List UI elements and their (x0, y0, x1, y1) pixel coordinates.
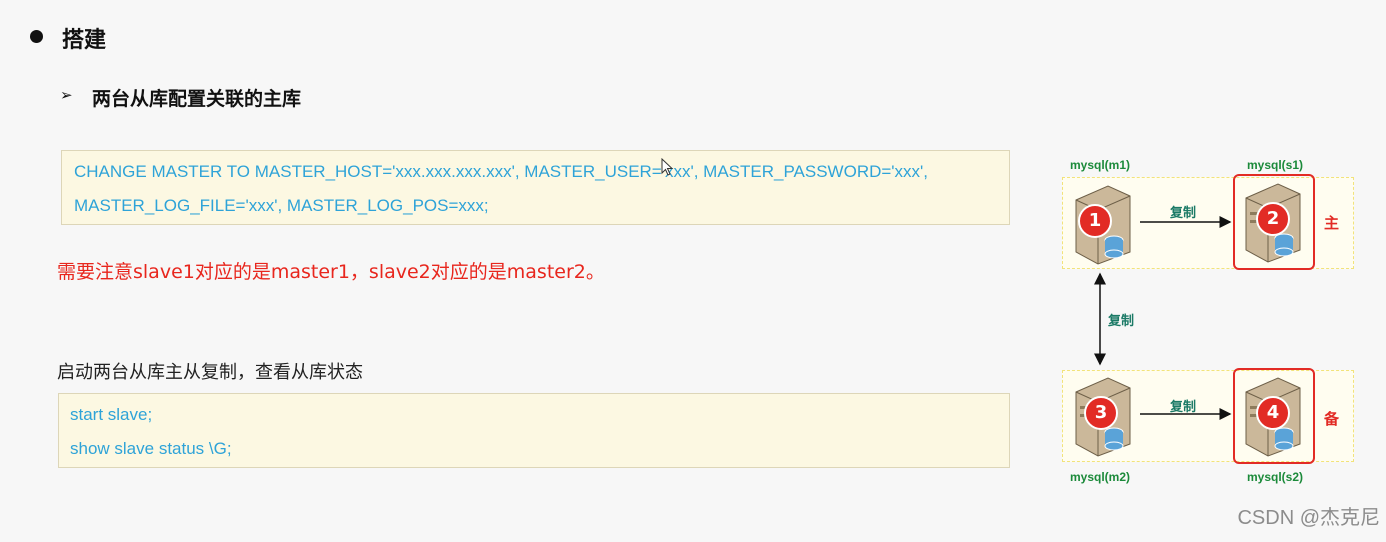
server-node-s1: 2 (1238, 180, 1308, 264)
node-number-badge: 2 (1256, 202, 1290, 236)
code-block-start-slave: start slave; show slave status \G; (58, 393, 1010, 468)
replicate-label-top: 复制 (1170, 206, 1197, 221)
watermark: CSDN @杰克尼 (1237, 507, 1380, 529)
arrow-bullet-icon: ➢ (60, 86, 73, 104)
description-text: 启动两台从库主从复制，查看从库状态 (57, 362, 363, 383)
server-node-s2: 4 (1238, 374, 1308, 458)
node-number-badge: 3 (1084, 396, 1118, 430)
mouse-cursor-icon (661, 158, 674, 176)
subheading: 两台从库配置关联的主库 (92, 88, 302, 110)
replicate-label-middle: 复制 (1108, 314, 1135, 329)
replicate-label-bottom: 复制 (1170, 400, 1197, 415)
code-line: show slave status \G; (70, 439, 232, 458)
node-number-badge: 1 (1078, 204, 1112, 238)
node-number-badge: 4 (1256, 396, 1290, 430)
server-node-m2: 3 (1068, 374, 1138, 458)
replication-diagram: mysql(m1) mysql(s1) mysql(m2) mysql(s2) … (1040, 150, 1380, 495)
code-line: CHANGE MASTER TO MASTER_HOST='xxx.xxx.xx… (74, 162, 929, 181)
server-node-m1: 1 (1068, 182, 1138, 266)
bullet-dot (30, 30, 43, 43)
section-heading: 搭建 (62, 28, 107, 53)
code-line: MASTER_LOG_FILE='xxx', MASTER_LOG_POS=xx… (74, 196, 489, 215)
code-line: start slave; (70, 405, 153, 424)
code-block-change-master: CHANGE MASTER TO MASTER_HOST='xxx.xxx.xx… (61, 150, 1010, 225)
warning-note: 需要注意slave1对应的是master1，slave2对应的是master2。 (57, 261, 605, 283)
